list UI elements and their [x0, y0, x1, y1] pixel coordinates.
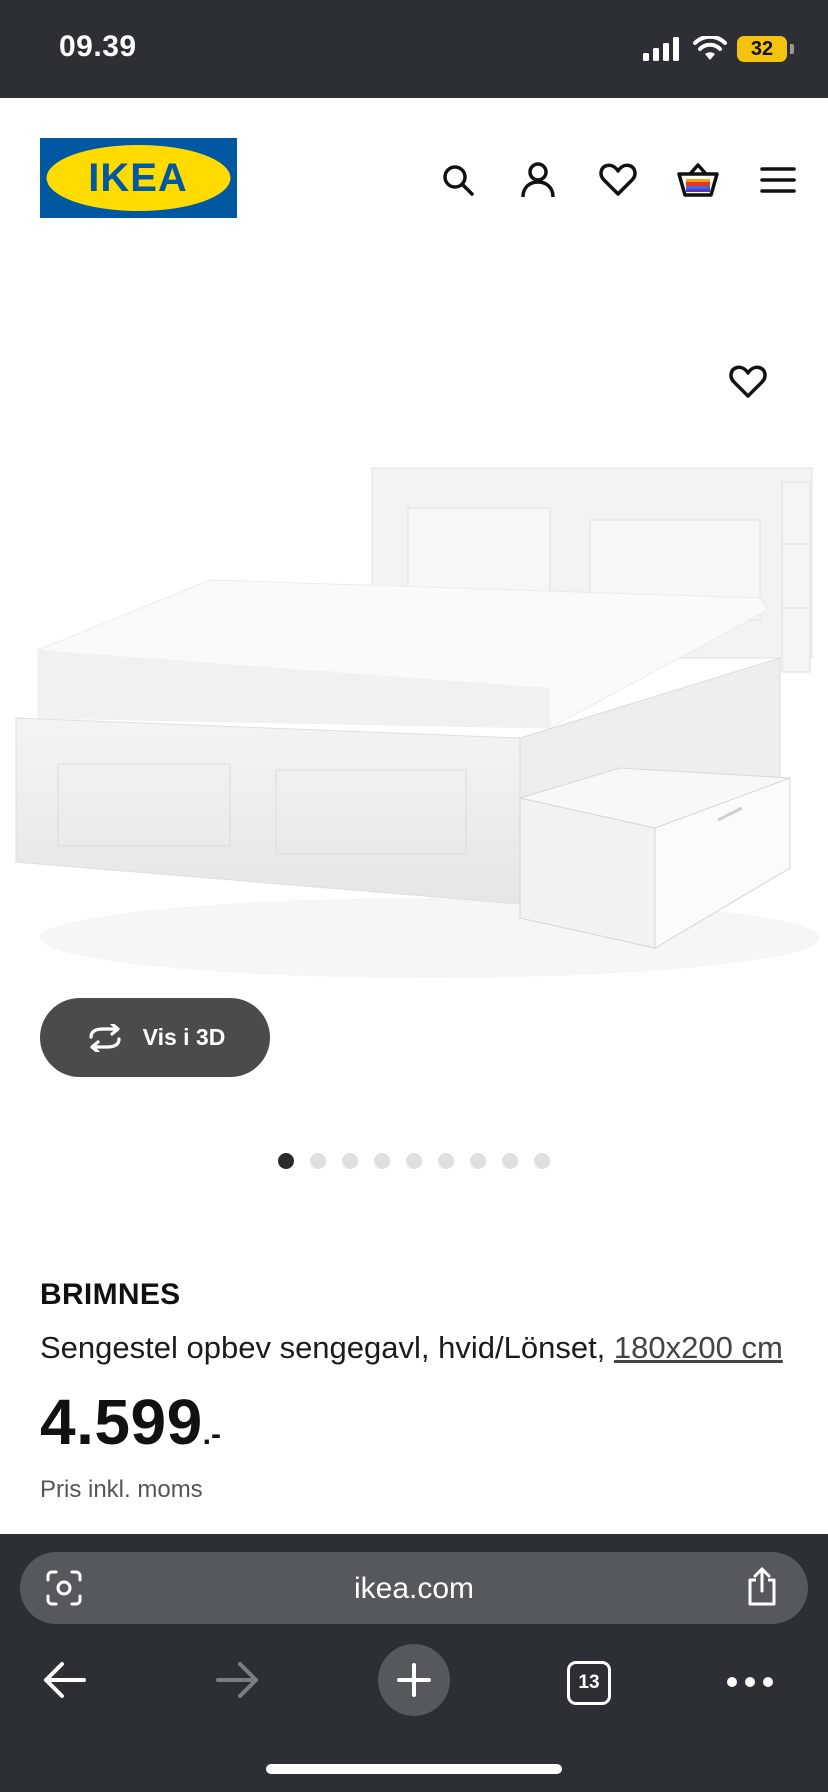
carousel-dot[interactable]	[502, 1153, 518, 1169]
status-bar: 09.39 32	[0, 0, 828, 98]
product-info: BRIMNES Sengestel opbev sengegavl, hvid/…	[40, 1278, 800, 1504]
home-indicator[interactable]	[266, 1764, 562, 1774]
battery-level: 32	[750, 37, 774, 60]
plus-icon	[397, 1663, 431, 1697]
url-text: ikea.com	[353, 1572, 475, 1605]
rotate-3d-icon	[89, 1023, 121, 1052]
menu-icon	[760, 167, 796, 193]
arrow-left-icon	[44, 1662, 86, 1698]
menu-button[interactable]	[756, 158, 800, 202]
forward-button[interactable]	[212, 1656, 264, 1704]
carousel-dot[interactable]	[278, 1153, 294, 1169]
carousel-dot[interactable]	[470, 1153, 486, 1169]
header-actions	[436, 158, 800, 202]
heart-icon	[599, 163, 637, 196]
view-in-3d-button[interactable]: Vis i 3D	[40, 998, 270, 1077]
carousel-dot[interactable]	[374, 1153, 390, 1169]
browser-toolbar: ikea.com 13	[0, 1534, 828, 1792]
size-link[interactable]: 180x200 cm	[614, 1330, 783, 1365]
price-suffix: .-	[202, 1418, 221, 1451]
bed-product-image	[15, 467, 820, 978]
carousel-dot[interactable]	[342, 1153, 358, 1169]
battery-indicator: 32	[737, 36, 787, 62]
new-tab-button[interactable]	[378, 1644, 450, 1716]
address-bar[interactable]: ikea.com	[20, 1552, 808, 1624]
account-icon	[521, 162, 555, 198]
more-button[interactable]	[724, 1662, 776, 1702]
share-icon[interactable]	[742, 1566, 782, 1608]
tabs-button[interactable]: 13	[564, 1658, 614, 1708]
battery-tip	[790, 44, 794, 54]
price-amount: 4.599	[40, 1386, 203, 1458]
account-button[interactable]	[516, 158, 560, 202]
logo-text: IKEA	[88, 156, 188, 200]
back-button[interactable]	[38, 1656, 90, 1704]
status-icons: 32	[643, 34, 794, 64]
ikea-logo-mark: IKEA	[46, 145, 231, 211]
basket-button[interactable]	[676, 158, 720, 202]
search-button[interactable]	[436, 158, 480, 202]
search-icon	[443, 165, 474, 196]
tab-count: 13	[567, 1661, 611, 1705]
wishlist-button[interactable]	[596, 158, 640, 202]
view-in-3d-label: Vis i 3D	[142, 1024, 226, 1050]
arrow-right-icon	[216, 1662, 258, 1698]
carousel-indicators	[0, 1153, 828, 1169]
heart-icon	[729, 365, 767, 398]
ikea-logo[interactable]: IKEA	[40, 138, 237, 218]
site-header: IKEA	[0, 98, 828, 258]
product-description-text: Sengestel opbev sengegavl, hvid/Lönset,	[40, 1330, 614, 1365]
signal-icon	[643, 37, 679, 61]
product-price: 4.599 .-	[40, 1390, 800, 1454]
carousel-dot[interactable]	[534, 1153, 550, 1169]
browser-nav-row: 13	[0, 1642, 828, 1722]
product-description: Sengestel opbev sengegavl, hvid/Lönset, …	[40, 1324, 800, 1372]
wifi-icon	[693, 36, 727, 60]
add-to-wishlist-button[interactable]	[726, 360, 770, 404]
carousel-dot[interactable]	[310, 1153, 326, 1169]
status-time: 09.39	[59, 30, 137, 63]
carousel-dot[interactable]	[406, 1153, 422, 1169]
basket-icon	[677, 163, 719, 197]
price-note: Pris inkl. moms	[40, 1476, 203, 1503]
more-dots-icon	[727, 1677, 773, 1687]
carousel-dot[interactable]	[438, 1153, 454, 1169]
product-name: BRIMNES	[40, 1278, 181, 1311]
